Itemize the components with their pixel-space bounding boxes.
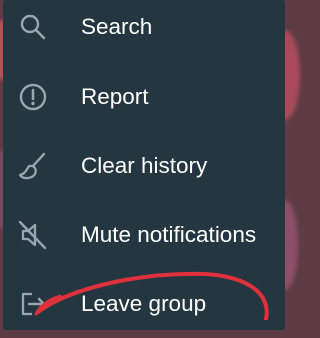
menu-item-clear-history[interactable]: Clear history xyxy=(3,131,285,200)
exit-icon xyxy=(16,287,50,321)
menu-item-label: Clear history xyxy=(81,152,208,178)
menu-item-leave-group[interactable]: Leave group xyxy=(3,269,285,338)
menu-item-report[interactable]: Report xyxy=(3,62,285,131)
menu-item-mute-notifications[interactable]: Mute notifications xyxy=(3,200,285,269)
menu-item-search[interactable]: Search xyxy=(3,0,285,61)
menu-item-label: Mute notifications xyxy=(81,221,257,247)
broom-icon xyxy=(16,149,50,183)
overflow-menu: Search Report Clear history Mute notific… xyxy=(3,0,285,330)
alert-circle-icon xyxy=(16,80,50,114)
menu-item-label: Leave group xyxy=(81,290,207,316)
menu-item-label: Report xyxy=(81,83,149,109)
menu-item-label: Search xyxy=(81,13,153,39)
search-icon xyxy=(16,10,50,44)
speaker-muted-icon xyxy=(16,218,50,252)
